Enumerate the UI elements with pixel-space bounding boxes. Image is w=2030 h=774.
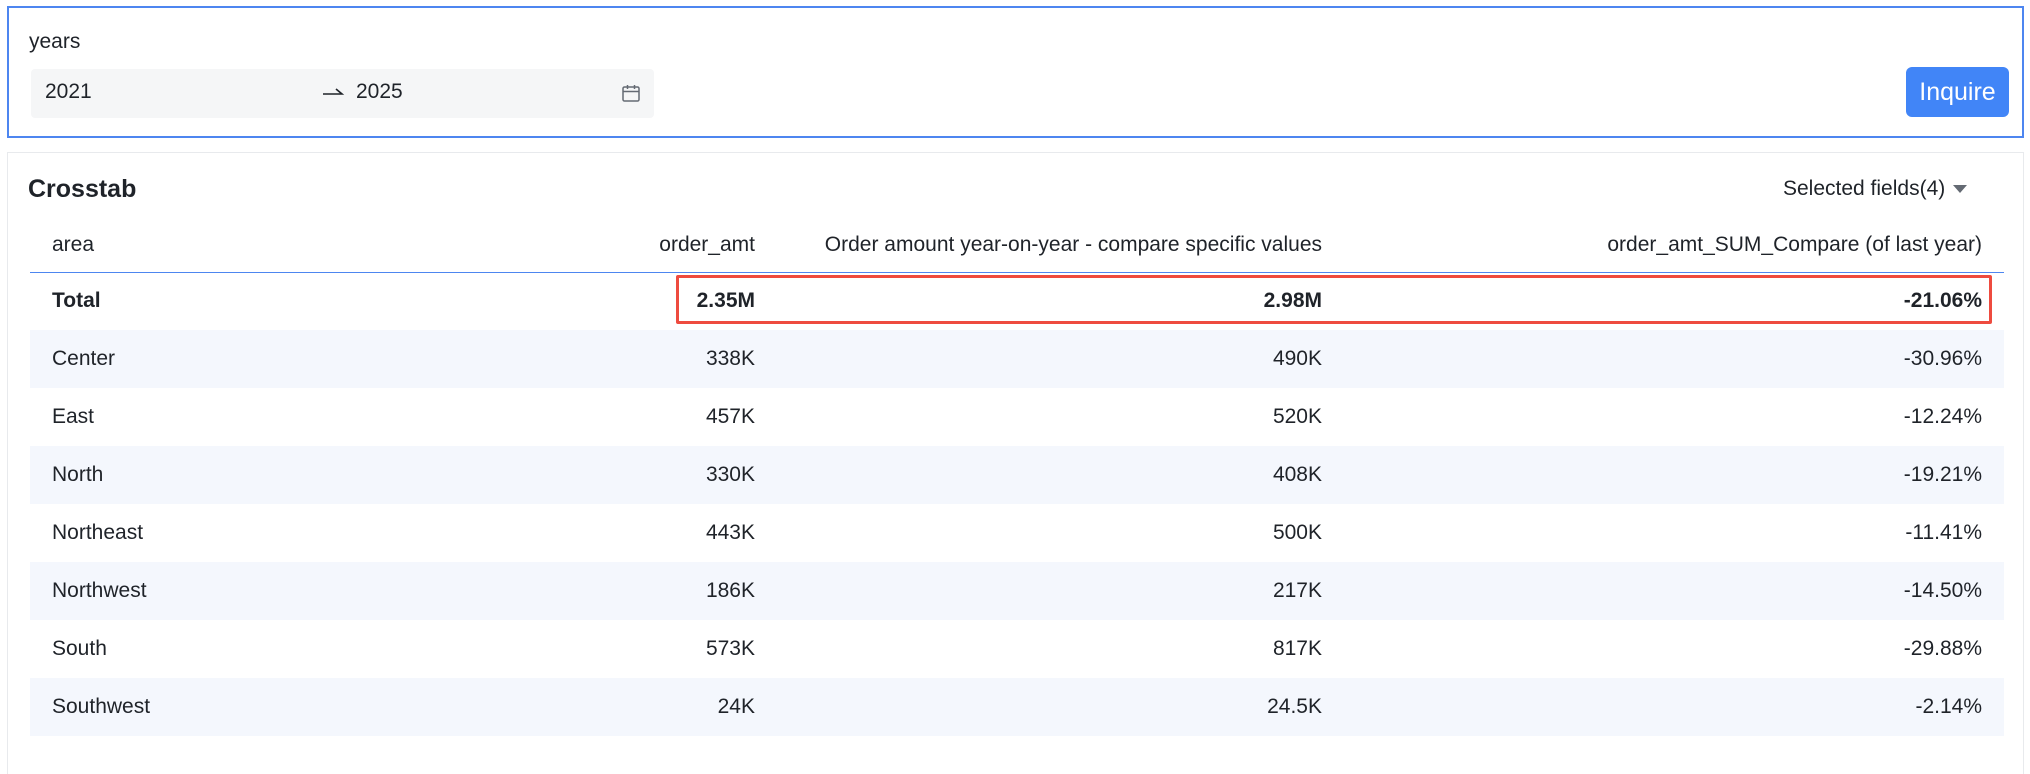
table-header-row: area order_amt Order amount year-on-year… bbox=[30, 218, 2004, 273]
table-row-total: Total 2.35M 2.98M -21.06% bbox=[30, 272, 2004, 330]
column-header-area[interactable]: area bbox=[30, 218, 450, 273]
cell-order-amt: 2.35M bbox=[696, 289, 755, 313]
cell-order-amt: 457K bbox=[705, 405, 755, 428]
cell-compare-pct: -29.88% bbox=[1903, 637, 1982, 660]
selected-fields-dropdown[interactable]: Selected fields(4) bbox=[1783, 177, 1968, 201]
cell-compare-pct: -11.41% bbox=[1905, 521, 1982, 544]
cell-yoy-value: 520K bbox=[1272, 405, 1322, 428]
cell-yoy-value: 500K bbox=[1272, 521, 1322, 544]
table-row: Northwest 186K 217K -14.50% bbox=[30, 562, 2004, 620]
range-start-input[interactable]: 2021 bbox=[45, 80, 92, 104]
column-header-compare-pct[interactable]: order_amt_SUM_Compare (of last year) bbox=[1344, 218, 2004, 273]
cell-yoy-value: 217K bbox=[1272, 579, 1322, 602]
cell-compare-pct: -14.50% bbox=[1903, 579, 1982, 602]
column-header-yoy-value[interactable]: Order amount year-on-year - compare spec… bbox=[777, 218, 1344, 273]
cell-area: Southwest bbox=[52, 695, 151, 718]
selected-fields-label: Selected fields(4) bbox=[1783, 177, 1946, 200]
range-end-input[interactable]: 2025 bbox=[356, 80, 403, 104]
cell-order-amt: 186K bbox=[705, 579, 755, 602]
column-header-order-amt[interactable]: order_amt bbox=[450, 218, 777, 273]
inquire-button[interactable]: Inquire bbox=[1906, 67, 2009, 117]
cell-order-amt: 573K bbox=[705, 637, 755, 660]
years-filter-label: years bbox=[29, 30, 81, 53]
table-row: South 573K 817K -29.88% bbox=[30, 620, 2004, 678]
cell-yoy-value: 2.98M bbox=[1263, 289, 1322, 313]
cell-area: Center bbox=[52, 347, 116, 370]
year-range-picker[interactable]: 2021 2025 bbox=[31, 69, 654, 118]
crosstab-table: area order_amt Order amount year-on-year… bbox=[30, 218, 2004, 736]
cell-order-amt: 24K bbox=[717, 695, 755, 718]
cell-yoy-value: 490K bbox=[1272, 347, 1322, 370]
cell-area: Northeast bbox=[52, 521, 144, 544]
cell-area: Northwest bbox=[52, 579, 147, 602]
cell-area: South bbox=[52, 637, 107, 660]
cell-order-amt: 443K bbox=[705, 521, 755, 544]
cell-yoy-value: 24.5K bbox=[1267, 695, 1322, 718]
cell-area: East bbox=[52, 405, 95, 428]
table-row: North 330K 408K -19.21% bbox=[30, 446, 2004, 504]
table-row: Southwest 24K 24.5K -2.14% bbox=[30, 678, 2004, 736]
table-row: Center 338K 490K -30.96% bbox=[30, 330, 2004, 388]
cell-yoy-value: 408K bbox=[1272, 463, 1322, 486]
cell-area: North bbox=[52, 463, 104, 486]
table-row: East 457K 520K -12.24% bbox=[30, 388, 2004, 446]
cell-order-amt: 338K bbox=[705, 347, 755, 370]
cell-compare-pct: -12.24% bbox=[1903, 405, 1982, 428]
table-row: Northeast 443K 500K -11.41% bbox=[30, 504, 2004, 562]
calendar-icon[interactable] bbox=[621, 83, 641, 103]
crosstab-card: Crosstab Selected fields(4) area order_a… bbox=[7, 152, 2024, 774]
cell-compare-pct: -19.21% bbox=[1903, 463, 1982, 486]
cell-compare-pct: -2.14% bbox=[1915, 695, 1982, 718]
crosstab-title: Crosstab bbox=[28, 175, 137, 203]
cell-compare-pct: -21.06% bbox=[1903, 289, 1982, 313]
cell-yoy-value: 817K bbox=[1272, 637, 1322, 660]
cell-compare-pct: -30.96% bbox=[1903, 347, 1982, 370]
cell-area: Total bbox=[52, 289, 101, 313]
cell-order-amt: 330K bbox=[705, 463, 755, 486]
caret-down-icon bbox=[1953, 185, 1968, 193]
arrow-right-icon bbox=[323, 88, 345, 95]
filter-panel: years 2021 2025 Inquire bbox=[7, 6, 2024, 138]
